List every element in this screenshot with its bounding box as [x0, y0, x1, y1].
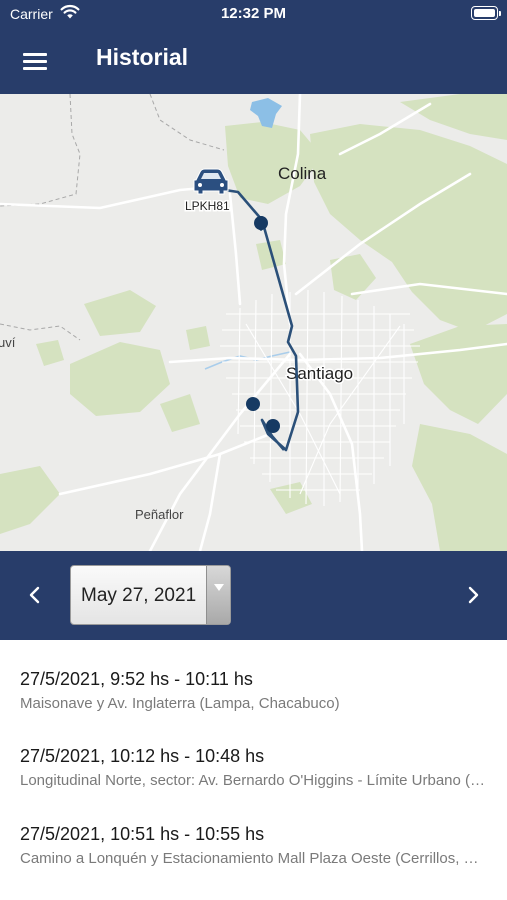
menu-button[interactable] — [18, 48, 52, 74]
trip-address: Longitudinal Norte, sector: Av. Bernardo… — [20, 772, 486, 789]
trip-time: 27/5/2021, 10:12 hs - 10:48 hs — [20, 746, 265, 766]
selected-date: May 27, 2021 — [81, 585, 197, 606]
location-marker[interactable] — [246, 397, 260, 411]
status-time: 12:32 PM — [220, 5, 287, 22]
map-terrain — [0, 94, 507, 551]
date-picker[interactable]: May 27, 2021 — [70, 565, 231, 625]
trip-list-item[interactable]: 27/5/2021, 10:51 hs - 10:55 hs Camino a … — [20, 824, 490, 900]
trip-time: 27/5/2021, 9:52 hs - 10:11 hs — [20, 669, 253, 689]
previous-day-button[interactable] — [15, 575, 55, 615]
map-label-edge: uví — [0, 335, 16, 350]
car-icon[interactable] — [193, 168, 229, 195]
map-label-colina: Colina — [278, 164, 327, 183]
trip-time: 27/5/2021, 10:51 hs - 10:55 hs — [20, 824, 265, 844]
route-map[interactable]: Colina Santiago Peñaflor uví LPKH81 — [0, 94, 507, 551]
location-marker[interactable] — [254, 216, 268, 231]
map-label-penaflor: Peñaflor — [135, 507, 184, 522]
chevron-left-icon — [29, 586, 40, 604]
trip-address: Camino a Lonquén y Estacionamiento Mall … — [20, 850, 486, 867]
chevron-right-icon — [468, 586, 479, 604]
status-bar: Carrier 12:32 PM — [0, 0, 507, 28]
trip-list: 27/5/2021, 9:52 hs - 10:11 hs Maisonave … — [0, 640, 507, 900]
page-title: Historial — [96, 44, 189, 70]
date-navigation-bar: May 27, 2021 — [0, 551, 507, 640]
vehicle-plate-label: LPKH81 — [185, 199, 230, 213]
trip-list-item[interactable]: 27/5/2021, 9:52 hs - 10:11 hs Maisonave … — [20, 669, 490, 747]
navigation-bar: Historial — [0, 28, 507, 94]
trip-list-item[interactable]: 27/5/2021, 10:12 hs - 10:48 hs Longitudi… — [20, 746, 490, 824]
location-marker[interactable] — [266, 419, 280, 433]
triangle-down-icon — [206, 566, 230, 624]
battery-icon — [471, 6, 501, 20]
map-canvas[interactable]: Colina Santiago Peñaflor uví LPKH81 — [0, 94, 507, 551]
trip-address: Maisonave y Av. Inglaterra (Lampa, Chaca… — [20, 695, 340, 712]
next-day-button[interactable] — [453, 575, 493, 615]
